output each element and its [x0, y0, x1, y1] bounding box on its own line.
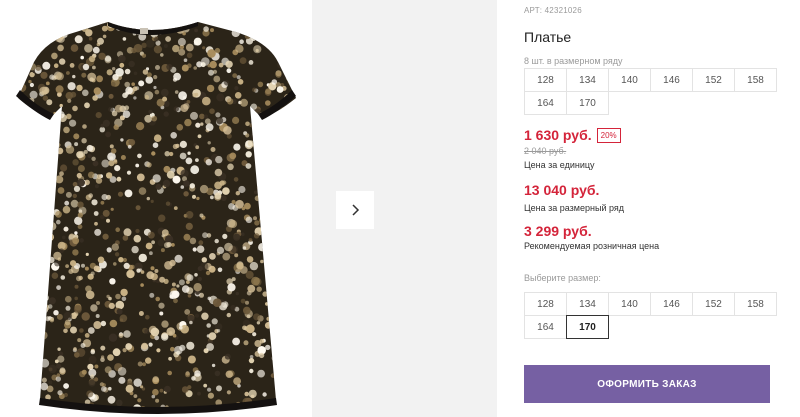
size-row-cell: 128 — [524, 68, 567, 92]
article-number: АРТ: 42321026 — [524, 6, 582, 15]
chevron-right-icon — [352, 204, 360, 216]
size-row-price: 13 040 руб. — [524, 182, 600, 198]
unit-price: 1 630 руб. — [524, 127, 592, 143]
product-title: Платье — [524, 29, 572, 45]
size-row-price-label: Цена за размерный ряд — [524, 203, 625, 213]
size-option[interactable]: 128 — [524, 292, 567, 316]
size-row-cell: 164 — [524, 91, 567, 115]
size-row-cell: 146 — [650, 68, 693, 92]
size-option[interactable]: 146 — [650, 292, 693, 316]
place-order-button[interactable]: ОФОРМИТЬ ЗАКАЗ — [524, 365, 770, 403]
sequin-dress-image — [16, 22, 296, 414]
size-picker: 128 134 140 146 152 158 164 170 — [524, 292, 777, 339]
size-option[interactable]: 152 — [692, 292, 735, 316]
size-option-selected[interactable]: 170 — [566, 315, 609, 339]
old-price: 2 040 руб. — [524, 146, 567, 156]
size-row-cell: 140 — [608, 68, 651, 92]
product-photo[interactable] — [0, 0, 312, 417]
size-row-cell: 134 — [566, 68, 609, 92]
price-row: 1 630 руб. 20% — [524, 127, 621, 143]
size-row-note: 8 шт. в размерном ряду — [524, 56, 623, 66]
size-row-cell: 158 — [734, 68, 777, 92]
size-row-cell: 152 — [692, 68, 735, 92]
size-option[interactable]: 158 — [734, 292, 777, 316]
product-page: АРТ: 42321026 Платье 8 шт. в размерном р… — [0, 0, 800, 417]
size-row-grid: 128 134 140 146 152 158 164 170 — [524, 68, 777, 115]
size-option[interactable]: 134 — [566, 292, 609, 316]
retail-price-label: Рекомендуемая розничная цена — [524, 241, 660, 251]
size-option[interactable]: 164 — [524, 315, 567, 339]
size-option[interactable]: 140 — [608, 292, 651, 316]
unit-price-label: Цена за единицу — [524, 160, 595, 170]
gallery-next-button[interactable] — [336, 191, 374, 229]
choose-size-label: Выберите размер: — [524, 273, 601, 283]
retail-price: 3 299 руб. — [524, 223, 592, 239]
discount-badge: 20% — [596, 127, 621, 143]
size-row-cell: 170 — [566, 91, 609, 115]
